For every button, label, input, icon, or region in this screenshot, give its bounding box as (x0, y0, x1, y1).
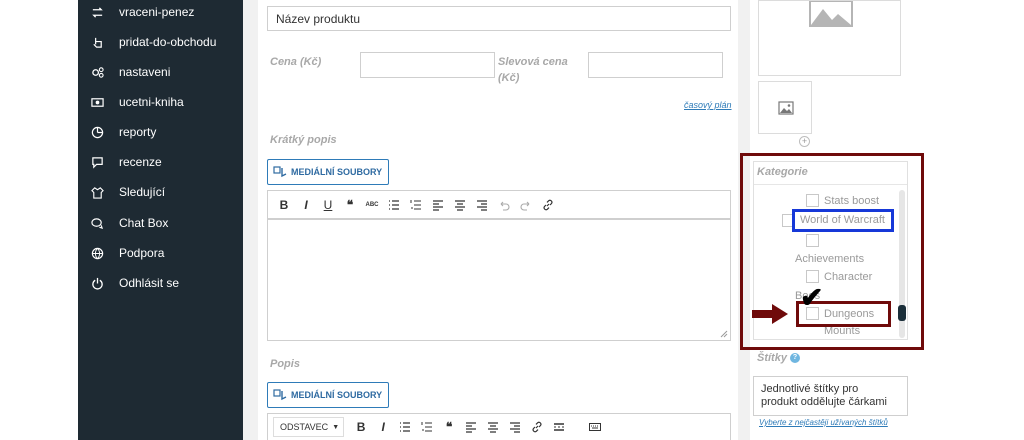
blockquote-button[interactable]: ❝ (339, 195, 361, 215)
price-label: Cena (Kč) (270, 56, 322, 68)
numbered-list-button[interactable] (416, 417, 438, 437)
product-image-placeholder[interactable] (758, 0, 901, 76)
tags-choose-link[interactable]: Vyberte z nejčastěji užívaných štítků (759, 418, 888, 427)
short-desc-media-button[interactable]: MEDIÁLNÍ SOUBORY (267, 159, 390, 185)
strikethrough-button[interactable]: ABC (361, 195, 383, 215)
sidebar-item-odhlasit-se[interactable]: Odhlásit se (78, 271, 243, 295)
chevron-down-icon: ▼ (332, 423, 340, 431)
sidebar-item-vraceni-penez[interactable]: vraceni-penez (78, 0, 243, 24)
sidebar-item-recenze[interactable]: recenze (78, 150, 243, 174)
redo-icon[interactable] (515, 195, 537, 215)
short-desc-editor[interactable] (267, 219, 731, 341)
sale-price-label-line2: (Kč) (498, 72, 520, 84)
globe-icon (90, 246, 104, 260)
tags-input-line1: Jednotlivé štítky pro (761, 383, 859, 395)
sidebar-item-label: pridat-do-obchodu (119, 35, 217, 49)
gallery-thumb-placeholder[interactable] (758, 81, 812, 134)
sidebar-item-label: recenze (119, 155, 162, 169)
format-select-value: ODSTAVEC (280, 422, 329, 432)
italic-button[interactable]: I (372, 417, 394, 437)
add-image-icon[interactable]: + (799, 136, 810, 147)
sidebar-item-podpora[interactable]: Podpora (78, 241, 243, 265)
shirt-icon (90, 185, 104, 199)
short-description-label: Krátký popis (270, 134, 337, 146)
sidebar: vraceni-penez pridat-do-obchodu nastaven… (78, 0, 243, 440)
tags-input[interactable]: Jednotlivé štítky pro produkt oddělujte … (753, 376, 908, 416)
checkmark-icon: ✔ (800, 282, 824, 313)
bullet-list-button[interactable] (383, 195, 405, 215)
link-icon[interactable] (537, 195, 559, 215)
format-select[interactable]: ODSTAVEC ▼ (273, 417, 345, 437)
sidebar-item-pridat-do-obchodu[interactable]: pridat-do-obchodu (78, 30, 243, 54)
undo-icon[interactable] (493, 195, 515, 215)
sidebar-item-ucetni-kniha[interactable]: ucetni-kniha (78, 90, 243, 114)
image-placeholder-icon (809, 1, 853, 27)
sidebar-item-label: vraceni-penez (119, 5, 195, 19)
keyboard-icon[interactable] (584, 417, 606, 437)
italic-button[interactable]: I (295, 195, 317, 215)
chat-bubbles-icon (90, 216, 104, 230)
comment-icon (90, 155, 104, 169)
help-badge-icon[interactable]: ? (789, 353, 800, 364)
sale-price-input[interactable] (588, 52, 723, 78)
sidebar-item-label: Odhlásit se (119, 276, 180, 290)
desc-media-button[interactable]: MEDIÁLNÍ SOUBORY (267, 382, 390, 408)
read-more-button[interactable] (548, 417, 570, 437)
gears-icon (90, 65, 104, 79)
align-center-button[interactable] (449, 195, 471, 215)
sidebar-item-reporty[interactable]: reporty (78, 120, 243, 144)
description-label: Popis (270, 358, 300, 370)
refund-arrows-icon (90, 5, 104, 19)
sidebar-item-label: nastaveni (119, 65, 171, 79)
align-center-button[interactable] (482, 417, 504, 437)
image-thumb-icon (778, 101, 794, 115)
sidebar-item-label: ucetni-kniha (119, 95, 184, 109)
short-desc-toolbar: B I U ❝ ABC (267, 190, 731, 219)
tags-title-text: Štítky (757, 352, 787, 364)
media-button-label: MEDIÁLNÍ SOUBORY (291, 167, 383, 177)
tags-input-line2: produkt oddělujte čárkami (761, 396, 887, 408)
align-right-button[interactable] (504, 417, 526, 437)
numbered-list-button[interactable] (405, 195, 427, 215)
sidebar-item-label: reporty (119, 125, 157, 139)
sidebar-item-sledujici[interactable]: Sledující (78, 180, 243, 204)
desc-toolbar: ODSTAVEC ▼ B I ❝ (267, 413, 731, 440)
sale-price-label-line1: Slevová cena (498, 56, 568, 68)
sidebar-item-label: Chat Box (119, 216, 169, 230)
sidebar-item-nastaveni[interactable]: nastaveni (78, 60, 243, 84)
resize-handle-icon[interactable] (720, 330, 728, 338)
power-icon (90, 276, 104, 290)
pie-chart-icon (90, 125, 104, 139)
page-root: vraceni-penez pridat-do-obchodu nastaven… (0, 0, 1024, 440)
media-icon (273, 389, 287, 401)
bullet-list-button[interactable] (394, 417, 416, 437)
schedule-link[interactable]: časový plán (684, 100, 732, 110)
tags-title: Štítky? (757, 352, 800, 364)
sidebar-item-chat-box[interactable]: Chat Box (78, 211, 243, 235)
price-input[interactable] (360, 52, 495, 78)
annotation-blue-highlight (792, 209, 894, 232)
product-name-placeholder: Název produktu (276, 11, 361, 26)
product-name-input[interactable]: Název produktu (267, 6, 731, 31)
bold-button[interactable]: B (273, 195, 295, 215)
align-left-button[interactable] (460, 417, 482, 437)
hand-pointer-icon (90, 35, 104, 49)
sidebar-item-label: Podpora (119, 246, 165, 260)
media-button-label: MEDIÁLNÍ SOUBORY (291, 390, 383, 400)
align-left-button[interactable] (427, 195, 449, 215)
bold-button[interactable]: B (350, 417, 372, 437)
media-icon (273, 166, 287, 178)
underline-button[interactable]: U (317, 195, 339, 215)
blockquote-button[interactable]: ❝ (438, 417, 460, 437)
sidebar-item-label: Sledující (119, 185, 166, 199)
link-icon[interactable] (526, 417, 548, 437)
money-bill-icon (90, 95, 104, 109)
annotation-arrow-icon (752, 304, 788, 324)
align-right-button[interactable] (471, 195, 493, 215)
